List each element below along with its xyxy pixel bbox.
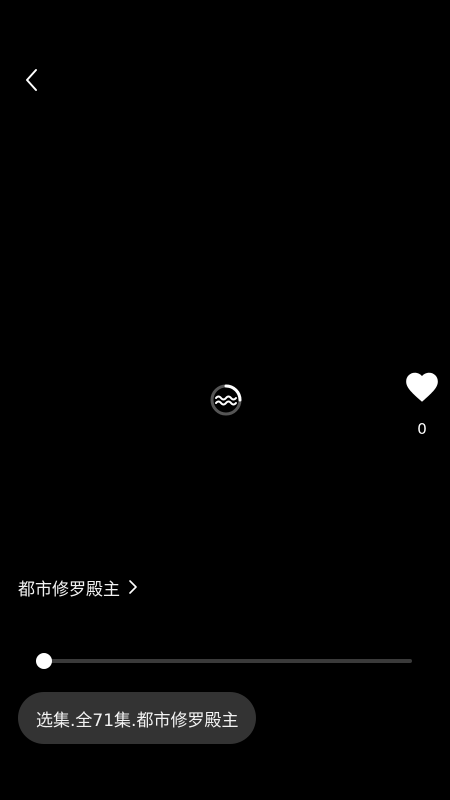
episode-selector-label: 选集.全71集.都市修罗殿主 [36,710,239,731]
heart-icon [406,372,438,402]
loading-spinner [208,382,244,418]
series-title: 都市修罗殿主 [18,579,120,600]
like-count: 0 [417,420,427,438]
back-button[interactable] [18,64,46,96]
progress-track [36,659,412,663]
progress-thumb[interactable] [36,653,52,669]
progress-slider[interactable] [36,653,412,669]
series-title-link[interactable]: 都市修罗殿主 [18,574,138,600]
like-button[interactable] [403,368,441,406]
episode-selector-button[interactable]: 选集.全71集.都市修罗殿主 [18,692,257,744]
loading-spinner-icon [210,384,242,416]
chevron-right-icon [129,580,137,594]
chevron-left-icon [26,69,37,91]
